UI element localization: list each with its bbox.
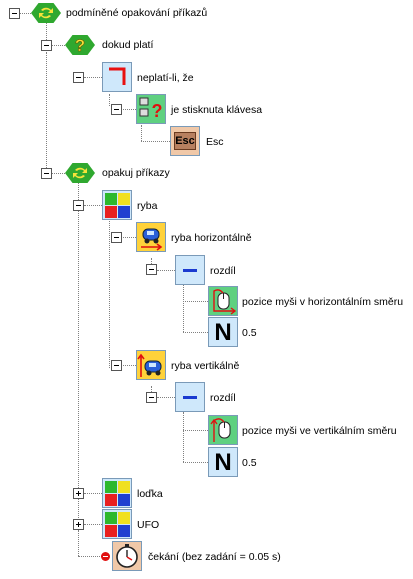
while-label[interactable]: dokud platí [102,38,153,52]
fish-v-label[interactable]: ryba vertikálně [171,359,239,373]
esc-key-icon[interactable]: Esc [170,126,200,156]
mouse-y-icon[interactable] [208,415,238,445]
keypressed-label[interactable]: je stisknuta klávesa [171,103,262,117]
fish-h-label[interactable]: ryba horizontálně [171,231,252,245]
minus-icon[interactable] [175,382,205,412]
collapse-toggle[interactable] [9,8,20,19]
esc-label[interactable]: Esc [206,135,224,149]
object-tiles-icon[interactable] [102,478,132,508]
mouse-x-label[interactable]: pozice myši v horizontálním směru [242,295,403,309]
collapse-toggle[interactable] [111,232,122,243]
root-label[interactable]: podmíněné opakování příkazů [66,6,207,20]
not-icon[interactable] [102,62,132,92]
collapse-toggle[interactable] [146,392,157,403]
number-icon[interactable]: N [208,447,238,477]
repeat-label[interactable]: opakuj příkazy [102,166,170,180]
keypress-icon[interactable]: ? [136,94,166,124]
loop-hex-icon[interactable] [65,163,95,183]
svg-text:?: ? [152,101,163,121]
esc-key-cap: Esc [174,132,196,150]
number-symbol: N [214,449,232,476]
number2-value[interactable]: 0.5 [242,456,257,470]
object-tiles-icon[interactable] [102,190,132,220]
expand-toggle[interactable] [73,488,84,499]
move-vertical-icon[interactable] [136,350,166,380]
svg-text:?: ? [75,36,85,55]
collapse-toggle[interactable] [73,200,84,211]
red-marker-icon [101,552,110,561]
stopwatch-icon[interactable] [112,541,142,571]
ufo-label[interactable]: UFO [137,518,159,532]
collapse-toggle[interactable] [73,72,84,83]
collapse-toggle[interactable] [41,40,52,51]
collapse-toggle[interactable] [146,264,157,275]
diff1-label[interactable]: rozdíl [210,264,236,278]
fish-label[interactable]: ryba [137,199,157,213]
diff2-label[interactable]: rozdíl [210,391,236,405]
question-hex-icon[interactable]: ? [65,35,95,55]
mouse-y-label[interactable]: pozice myši ve vertikálním směru [242,424,397,438]
boat-label[interactable]: loďka [137,487,163,501]
loop-hex-icon[interactable] [31,3,61,23]
number1-value[interactable]: 0.5 [242,326,257,340]
move-horizontal-icon[interactable] [136,222,166,252]
expand-toggle[interactable] [73,519,84,530]
collapse-toggle[interactable] [111,104,122,115]
not-label[interactable]: neplatí-li, že [137,71,194,85]
wait-label[interactable]: čekání (bez zadání = 0.05 s) [148,550,281,564]
number-symbol: N [214,319,232,346]
object-tiles-icon[interactable] [102,509,132,539]
number-icon[interactable]: N [208,317,238,347]
collapse-toggle[interactable] [41,168,52,179]
collapse-toggle[interactable] [111,360,122,371]
mouse-x-icon[interactable] [208,286,238,316]
minus-icon[interactable] [175,255,205,285]
